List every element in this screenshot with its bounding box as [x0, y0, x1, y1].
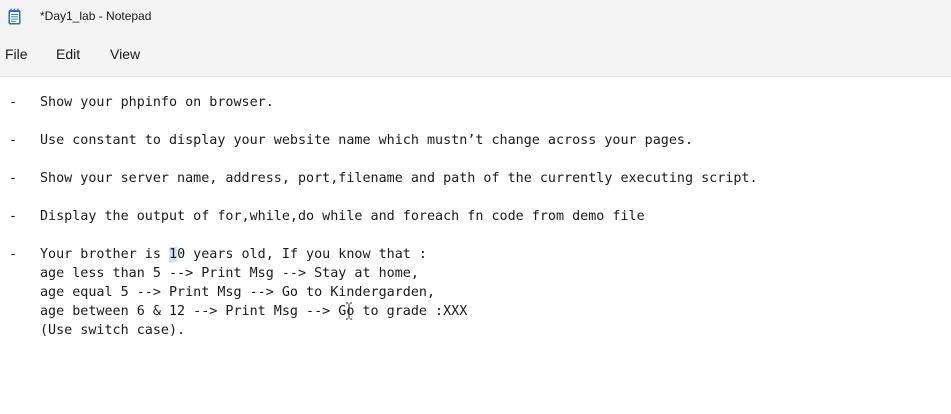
- line-text: Go to grade :XXX: [338, 304, 468, 319]
- menu-bar: File Edit View: [0, 34, 951, 77]
- window-title: *Day1_lab - Notepad: [40, 9, 152, 23]
- document-line: (Use switch case).: [40, 323, 186, 338]
- bullet-marker: -: [9, 171, 18, 186]
- document-line: age equal 5 --> Print Msg --> Go to Kind…: [40, 285, 436, 300]
- line-text: age between 6 & 12 --> Print Msg -->: [40, 304, 339, 319]
- text-editor[interactable]: - Show your phpinfo on browser. - Use co…: [0, 77, 951, 414]
- document-line: age between 6 & 12 --> Print Msg --> Go …: [40, 302, 467, 321]
- document-line: Your brother is 10 years old, If you kno…: [40, 245, 427, 264]
- document-line: Use constant to display your website nam…: [40, 133, 694, 148]
- bullet-marker: -: [9, 247, 18, 262]
- title-bar: *Day1_lab - Notepad: [0, 0, 951, 34]
- document-line: age less than 5 --> Print Msg --> Stay a…: [40, 266, 419, 281]
- bullet-marker: -: [9, 95, 18, 110]
- menu-file[interactable]: File: [5, 46, 28, 62]
- line-text: Your brother is: [40, 247, 169, 262]
- bullet-marker: -: [9, 133, 18, 148]
- document-line: Display the output of for,while,do while…: [40, 209, 645, 224]
- menu-view[interactable]: View: [110, 46, 140, 62]
- notepad-icon: [8, 8, 21, 25]
- bullet-marker: -: [9, 209, 18, 224]
- menu-edit[interactable]: Edit: [56, 46, 80, 62]
- text-selection: 1: [169, 247, 178, 262]
- text-cursor-icon: [346, 302, 352, 320]
- document-line: Show your server name, address, port,fil…: [40, 171, 758, 186]
- document-line: Show your phpinfo on browser.: [40, 95, 274, 110]
- line-text: 0 years old, If you know that :: [177, 247, 427, 262]
